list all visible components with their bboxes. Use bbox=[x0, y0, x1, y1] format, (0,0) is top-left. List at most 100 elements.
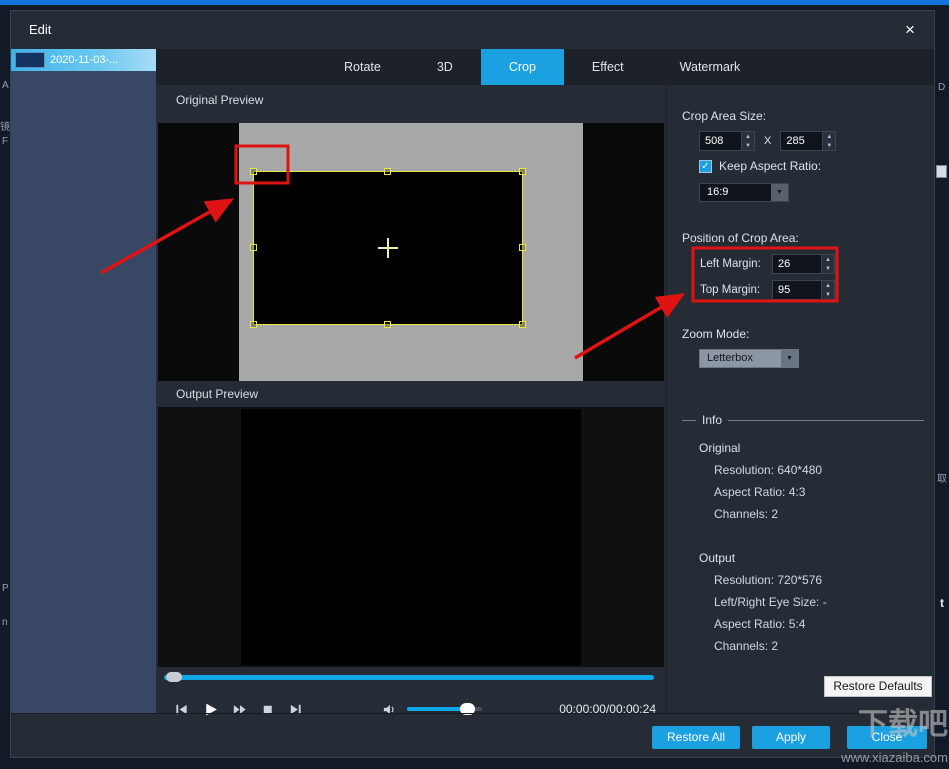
zoom-mode-row: Letterbox ▼ bbox=[699, 349, 799, 368]
preview-column: Original Preview Output Preview bbox=[156, 85, 666, 713]
crop-handle[interactable] bbox=[384, 321, 391, 328]
info-output-aspect: Aspect Ratio: 5:4 bbox=[714, 617, 805, 631]
seek-bar[interactable] bbox=[164, 675, 654, 680]
chevron-down-icon: ▼ bbox=[771, 184, 788, 201]
crop-handle[interactable] bbox=[519, 244, 526, 251]
crop-handle[interactable] bbox=[250, 321, 257, 328]
edit-dialog: Edit × 2020-11-03-... Rotate 3D Crop Eff… bbox=[10, 10, 935, 758]
volume-slider[interactable] bbox=[407, 707, 482, 711]
spin-down-icon[interactable]: ▼ bbox=[823, 141, 835, 150]
crop-height-value: 285 bbox=[781, 132, 822, 150]
tab-3d[interactable]: 3D bbox=[409, 49, 481, 85]
background-fragment: 镜 bbox=[0, 118, 10, 133]
info-title: Info bbox=[696, 413, 728, 427]
edit-tabbar: Rotate 3D Crop Effect Watermark bbox=[156, 49, 934, 85]
left-margin-spinner[interactable]: 26 ▲ ▼ bbox=[772, 254, 835, 274]
spin-up-icon[interactable]: ▲ bbox=[822, 281, 834, 290]
restore-all-button[interactable]: Restore All bbox=[652, 726, 740, 749]
info-original-channels: Channels: 2 bbox=[714, 507, 778, 521]
check-icon: ✓ bbox=[701, 161, 709, 172]
info-original-heading: Original bbox=[699, 441, 740, 455]
aspect-ratio-row: 16:9 ▼ bbox=[699, 183, 789, 202]
size-separator: X bbox=[764, 135, 771, 147]
close-icon[interactable]: × bbox=[898, 18, 922, 42]
info-original-resolution: Resolution: 640*480 bbox=[714, 463, 822, 477]
restore-defaults-button[interactable]: Restore Defaults bbox=[824, 676, 932, 697]
background-fragment: D bbox=[938, 82, 945, 93]
position-of-crop-label: Position of Crop Area: bbox=[682, 231, 799, 245]
chevron-down-icon: ▼ bbox=[781, 350, 798, 367]
tab-crop[interactable]: Crop bbox=[481, 49, 564, 85]
aspect-ratio-value: 16:9 bbox=[700, 184, 771, 201]
tab-rotate[interactable]: Rotate bbox=[316, 49, 409, 85]
tab-effect[interactable]: Effect bbox=[564, 49, 652, 85]
spin-up-icon[interactable]: ▲ bbox=[823, 132, 835, 141]
crop-handle[interactable] bbox=[519, 168, 526, 175]
apply-button[interactable]: Apply bbox=[752, 726, 830, 749]
crop-handle[interactable] bbox=[519, 321, 526, 328]
top-margin-row: Top Margin: 95 ▲ ▼ bbox=[700, 279, 840, 301]
crop-handle[interactable] bbox=[384, 168, 391, 175]
original-preview-canvas bbox=[158, 123, 664, 381]
info-output-heading: Output bbox=[699, 551, 735, 565]
top-margin-value: 95 bbox=[773, 281, 821, 299]
zoom-mode-dropdown[interactable]: Letterbox ▼ bbox=[699, 349, 799, 368]
volume-fill bbox=[407, 707, 466, 711]
background-window-icon bbox=[936, 165, 947, 178]
dialog-titlebar: Edit × bbox=[11, 11, 934, 49]
crop-handle[interactable] bbox=[250, 244, 257, 251]
crop-width-value: 508 bbox=[700, 132, 741, 150]
crop-height-spinner[interactable]: 285 ▲ ▼ bbox=[780, 131, 836, 151]
left-margin-value: 26 bbox=[773, 255, 821, 273]
info-output-eye-size: Left/Right Eye Size: - bbox=[714, 595, 827, 609]
tab-watermark[interactable]: Watermark bbox=[652, 49, 769, 85]
seek-handle[interactable] bbox=[166, 672, 182, 682]
dialog-footer: Restore All Apply Close bbox=[11, 713, 934, 757]
desktop: { "icons": { "up": "▲", "down": "▼", "dr… bbox=[0, 0, 949, 769]
left-margin-row: Left Margin: 26 ▲ ▼ bbox=[700, 253, 840, 275]
background-fragment: n bbox=[2, 617, 8, 628]
info-output-channels: Channels: 2 bbox=[714, 639, 778, 653]
spin-down-icon[interactable]: ▼ bbox=[822, 264, 834, 273]
crop-region[interactable] bbox=[253, 171, 523, 325]
top-margin-label: Top Margin: bbox=[700, 284, 772, 296]
background-fragment: A bbox=[2, 80, 9, 91]
top-margin-spinner[interactable]: 95 ▲ ▼ bbox=[772, 280, 835, 300]
info-original-aspect: Aspect Ratio: 4:3 bbox=[714, 485, 805, 499]
crop-width-spinner[interactable]: 508 ▲ ▼ bbox=[699, 131, 755, 151]
spin-up-icon[interactable]: ▲ bbox=[742, 132, 754, 141]
dialog-title: Edit bbox=[29, 22, 51, 37]
background-fragment: F bbox=[2, 136, 8, 147]
original-preview-label: Original Preview bbox=[176, 93, 263, 107]
crop-size-row: 508 ▲ ▼ X 285 ▲ ▼ bbox=[699, 131, 836, 151]
zoom-mode-label: Zoom Mode: bbox=[682, 327, 749, 341]
aspect-ratio-dropdown[interactable]: 16:9 ▼ bbox=[699, 183, 789, 202]
spin-down-icon[interactable]: ▼ bbox=[822, 290, 834, 299]
close-button[interactable]: Close bbox=[847, 726, 927, 749]
spin-up-icon[interactable]: ▲ bbox=[822, 255, 834, 264]
crop-area-size-label: Crop Area Size: bbox=[682, 109, 766, 123]
background-window-top-border bbox=[0, 0, 949, 5]
keep-aspect-checkbox[interactable]: ✓ bbox=[699, 160, 712, 173]
video-thumbnail bbox=[15, 52, 45, 68]
crop-crosshair-icon bbox=[378, 238, 398, 258]
keep-aspect-label: Keep Aspect Ratio: bbox=[719, 159, 821, 173]
info-output-resolution: Resolution: 720*576 bbox=[714, 573, 822, 587]
output-video-frame bbox=[241, 409, 581, 665]
info-section-header: Info bbox=[682, 413, 924, 427]
spin-down-icon[interactable]: ▼ bbox=[742, 141, 754, 150]
background-fragment: 取 bbox=[937, 470, 947, 485]
background-fragment: P bbox=[2, 583, 9, 594]
background-fragment: t bbox=[940, 596, 944, 610]
keep-aspect-row: ✓ Keep Aspect Ratio: bbox=[699, 159, 821, 173]
crop-settings-panel: Crop Area Size: 508 ▲ ▼ X 285 ▲ ▼ ✓ Keep… bbox=[666, 85, 934, 713]
output-preview-label: Output Preview bbox=[176, 387, 258, 401]
zoom-mode-value: Letterbox bbox=[700, 350, 781, 367]
video-frame bbox=[239, 123, 583, 381]
crop-handle[interactable] bbox=[250, 168, 257, 175]
file-list-item-selected[interactable]: 2020-11-03-... bbox=[11, 49, 156, 71]
file-item-label: 2020-11-03-... bbox=[50, 54, 118, 66]
left-margin-label: Left Margin: bbox=[700, 258, 772, 270]
file-list-panel: 2020-11-03-... bbox=[11, 49, 156, 713]
output-preview-canvas bbox=[158, 407, 664, 667]
